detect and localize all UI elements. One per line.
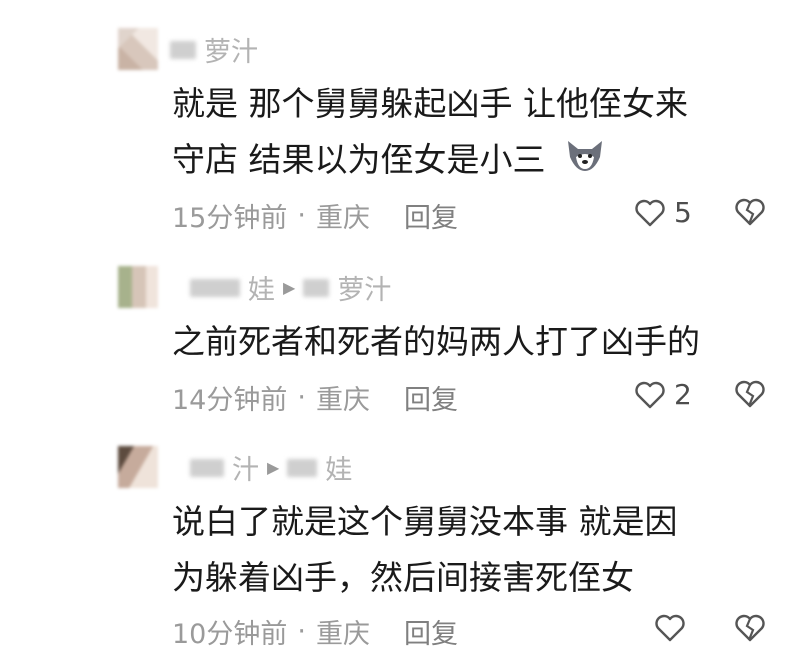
dislike-button[interactable] — [734, 379, 766, 413]
comment-meta: 14分钟前 · 重庆 回复 — [172, 378, 458, 417]
comment-meta: 15分钟前 · 重庆 回复 — [172, 196, 458, 235]
separator-dot: · — [297, 200, 306, 231]
comment-text-line: 说白了就是这个舅舅没本事 就是因 — [172, 502, 678, 541]
reply-button[interactable]: 回复 — [404, 196, 458, 235]
reply-button[interactable]: 回复 — [404, 612, 458, 651]
blurred-name-segment — [170, 40, 196, 59]
comment-text-line: 就是 那个舅舅躲起凶手 让他侄女来 — [172, 84, 688, 123]
reply-to-username: 娃 — [325, 455, 353, 486]
separator-dot: · — [297, 616, 306, 647]
blurred-name-segment — [190, 278, 240, 297]
location: 重庆 — [315, 385, 370, 416]
username[interactable]: 汁 ▶ 娃 — [190, 448, 352, 487]
comment-text-line: 之前死者和死者的妈两人打了凶手的 — [172, 322, 700, 361]
reply-arrow-icon: ▶ — [267, 458, 280, 477]
dislike-button[interactable] — [734, 613, 766, 647]
timestamp: 15分钟前 — [172, 203, 288, 234]
separator-dot: · — [297, 382, 306, 413]
username[interactable]: 娃 ▶ 萝汁 — [190, 268, 391, 307]
username-label: 汁 — [232, 455, 259, 486]
username[interactable]: 萝汁 — [170, 30, 258, 69]
blurred-name-segment — [287, 458, 318, 477]
like-button[interactable]: 5 — [634, 196, 692, 229]
location: 重庆 — [315, 619, 370, 650]
username-label: 娃 — [248, 275, 275, 306]
avatar[interactable] — [118, 28, 158, 70]
reply-arrow-icon: ▶ — [283, 278, 296, 297]
blurred-name-segment — [190, 458, 224, 477]
username-label: 萝汁 — [204, 37, 258, 68]
like-button[interactable]: 2 — [634, 378, 692, 411]
comment-text: 就是 那个舅舅躲起凶手 让他侄女来 守店 结果以为侄女是小三 — [172, 76, 688, 190]
avatar[interactable] — [118, 446, 158, 488]
heart-icon — [635, 199, 665, 226]
like-button[interactable] — [654, 613, 694, 643]
timestamp: 10分钟前 — [172, 619, 288, 650]
broken-heart-icon — [735, 614, 765, 642]
husky-emoji-icon — [564, 134, 606, 190]
broken-heart-icon — [735, 198, 765, 226]
comment-text-line: 守店 结果以为侄女是小三 — [172, 140, 546, 179]
reply-to-username: 萝汁 — [337, 275, 392, 306]
comment-text: 之前死者和死者的妈两人打了凶手的 — [172, 314, 700, 370]
heart-icon — [655, 614, 685, 642]
dislike-button[interactable] — [734, 197, 766, 231]
comment-text-line: 为躲着凶手，然后间接害死侄女 — [172, 558, 634, 597]
like-count: 5 — [674, 196, 692, 229]
avatar[interactable] — [118, 266, 158, 308]
comment-meta: 10分钟前 · 重庆 回复 — [172, 612, 458, 651]
location: 重庆 — [315, 203, 370, 234]
like-count: 2 — [674, 378, 692, 411]
heart-icon — [635, 381, 665, 408]
broken-heart-icon — [735, 380, 765, 408]
reply-button[interactable]: 回复 — [404, 378, 458, 417]
timestamp: 14分钟前 — [172, 385, 288, 416]
blurred-name-segment — [303, 278, 330, 297]
comment-text: 说白了就是这个舅舅没本事 就是因 为躲着凶手，然后间接害死侄女 — [172, 494, 678, 606]
